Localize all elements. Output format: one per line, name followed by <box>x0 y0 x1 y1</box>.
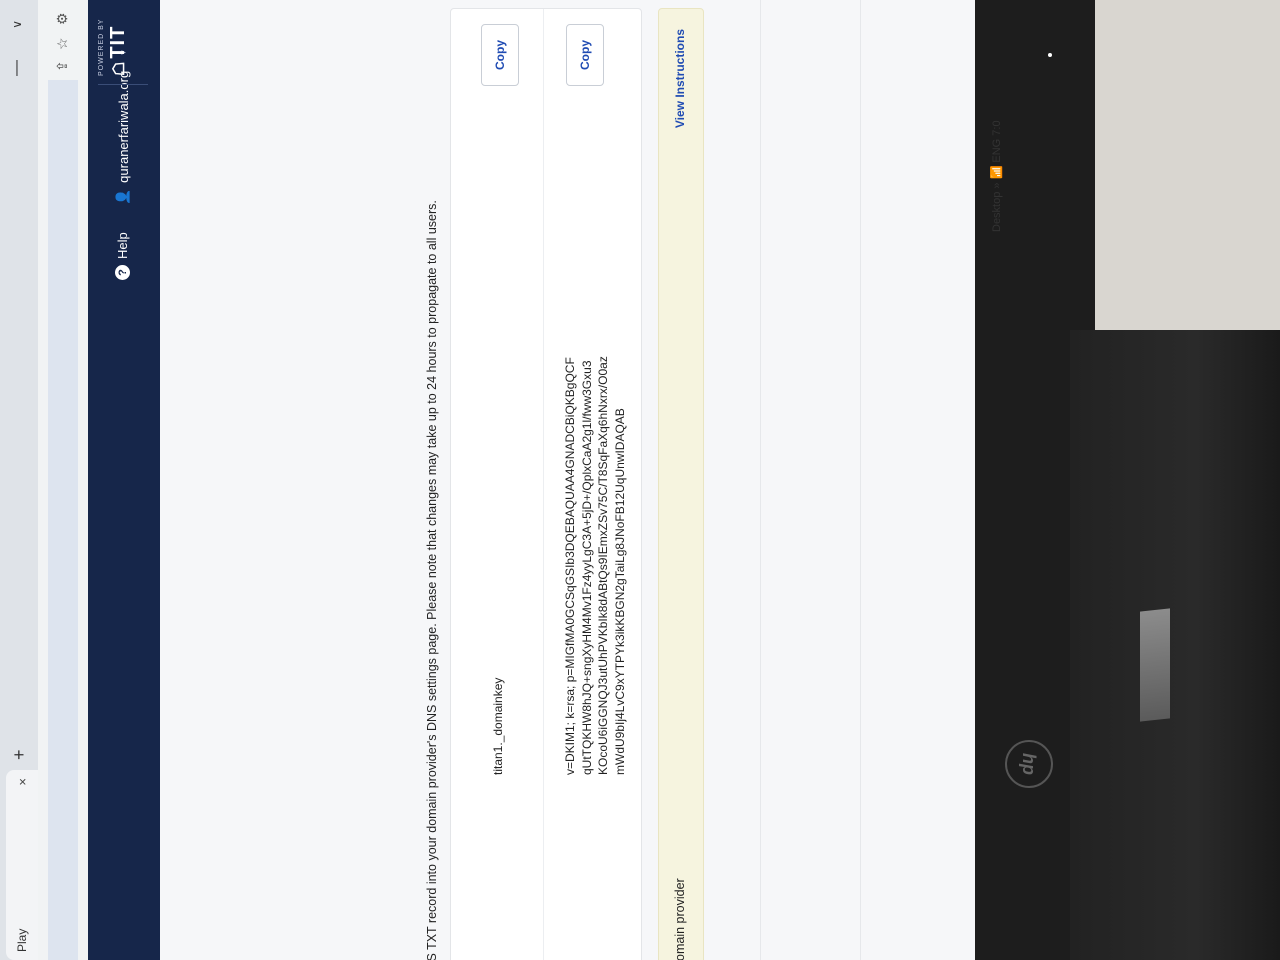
brand-icon: ☖ <box>111 60 128 76</box>
power-led <box>1048 53 1052 57</box>
domain-provider-label: omain provider <box>673 878 687 960</box>
record-value-row: v=DKIM1; k=rsa; p=MIGfMA0GCSqGSIb3DQEBAQ… <box>543 9 640 960</box>
dns-instruction-note: g DNS TXT record into your domain provid… <box>425 200 439 960</box>
main-content: g DNS TXT record into your domain provid… <box>160 0 975 960</box>
close-icon[interactable]: × <box>15 778 30 786</box>
record-txt-value: v=DKIM1; k=rsa; p=MIGfMA0GCSqGSIb3DQEBAQ… <box>563 356 627 775</box>
user-icon: 👤 <box>115 188 130 205</box>
new-tab-button[interactable]: + <box>9 749 30 760</box>
clock: 7:0 <box>991 120 1003 136</box>
extension-icon[interactable]: ⚙ <box>54 12 71 25</box>
browser-toolbar: ⇪ ☆ ⚙ <box>38 0 89 960</box>
taskbar-tray: Desktop » 📶 ENG 7:0 <box>990 12 1010 232</box>
star-icon[interactable]: ☆ <box>54 37 71 50</box>
dns-record-card: titan1._domainkey Copy v=DKIM1; k=rsa; p… <box>450 8 642 960</box>
account-label: quranerfariwala.org <box>115 70 131 183</box>
language-indicator[interactable]: ENG <box>991 139 1003 163</box>
record-name-row: titan1._domainkey Copy <box>451 9 541 960</box>
record-name-value: titan1._domainkey <box>491 677 505 775</box>
powered-by-label: POWERED BY <box>98 18 105 76</box>
divider <box>760 0 761 960</box>
tab-bar: Play × + — ∨ <box>0 0 38 960</box>
desk-shadow <box>1070 330 1280 960</box>
help-icon: ? <box>115 265 130 280</box>
divider <box>860 0 861 960</box>
view-instructions-link[interactable]: View Instructions <box>673 29 687 128</box>
browser-window: Play × + — ∨ ⇪ ☆ ⚙ ? Help 👤 quranerfariw… <box>0 0 975 960</box>
help-link[interactable]: ? Help <box>115 232 130 280</box>
share-icon[interactable]: ⇪ <box>54 60 71 72</box>
copy-value-button[interactable]: Copy <box>566 24 604 86</box>
app-header: ? Help 👤 quranerfariwala.org ▾ POWERED B… <box>88 0 160 960</box>
tab-active[interactable]: Play × <box>6 770 38 960</box>
copy-name-button[interactable]: Copy <box>481 24 519 86</box>
desktop-label[interactable]: Desktop <box>991 192 1003 232</box>
powered-by-brand: POWERED BY ☖TIT <box>98 0 148 85</box>
overflow-icon[interactable]: » <box>991 182 1003 188</box>
minimize-button[interactable]: — <box>8 60 26 76</box>
brand-logo: ☖TIT <box>107 0 130 76</box>
desk-surface <box>1095 0 1280 330</box>
wifi-icon: 📶 <box>991 165 1003 180</box>
help-label: Help <box>115 232 130 259</box>
monitor-screen: Play × + — ∨ ⇪ ☆ ⚙ ? Help 👤 quranerfariw… <box>0 0 975 960</box>
chevron-down-icon[interactable]: ∨ <box>10 20 24 29</box>
hp-logo-icon: hp <box>1005 740 1053 788</box>
domain-provider-row: omain provider View Instructions <box>658 8 704 960</box>
laptop-hinge <box>1140 608 1170 722</box>
address-bar[interactable] <box>48 80 78 960</box>
tab-label: Play <box>15 928 29 952</box>
brand-text: TIT <box>107 25 129 59</box>
